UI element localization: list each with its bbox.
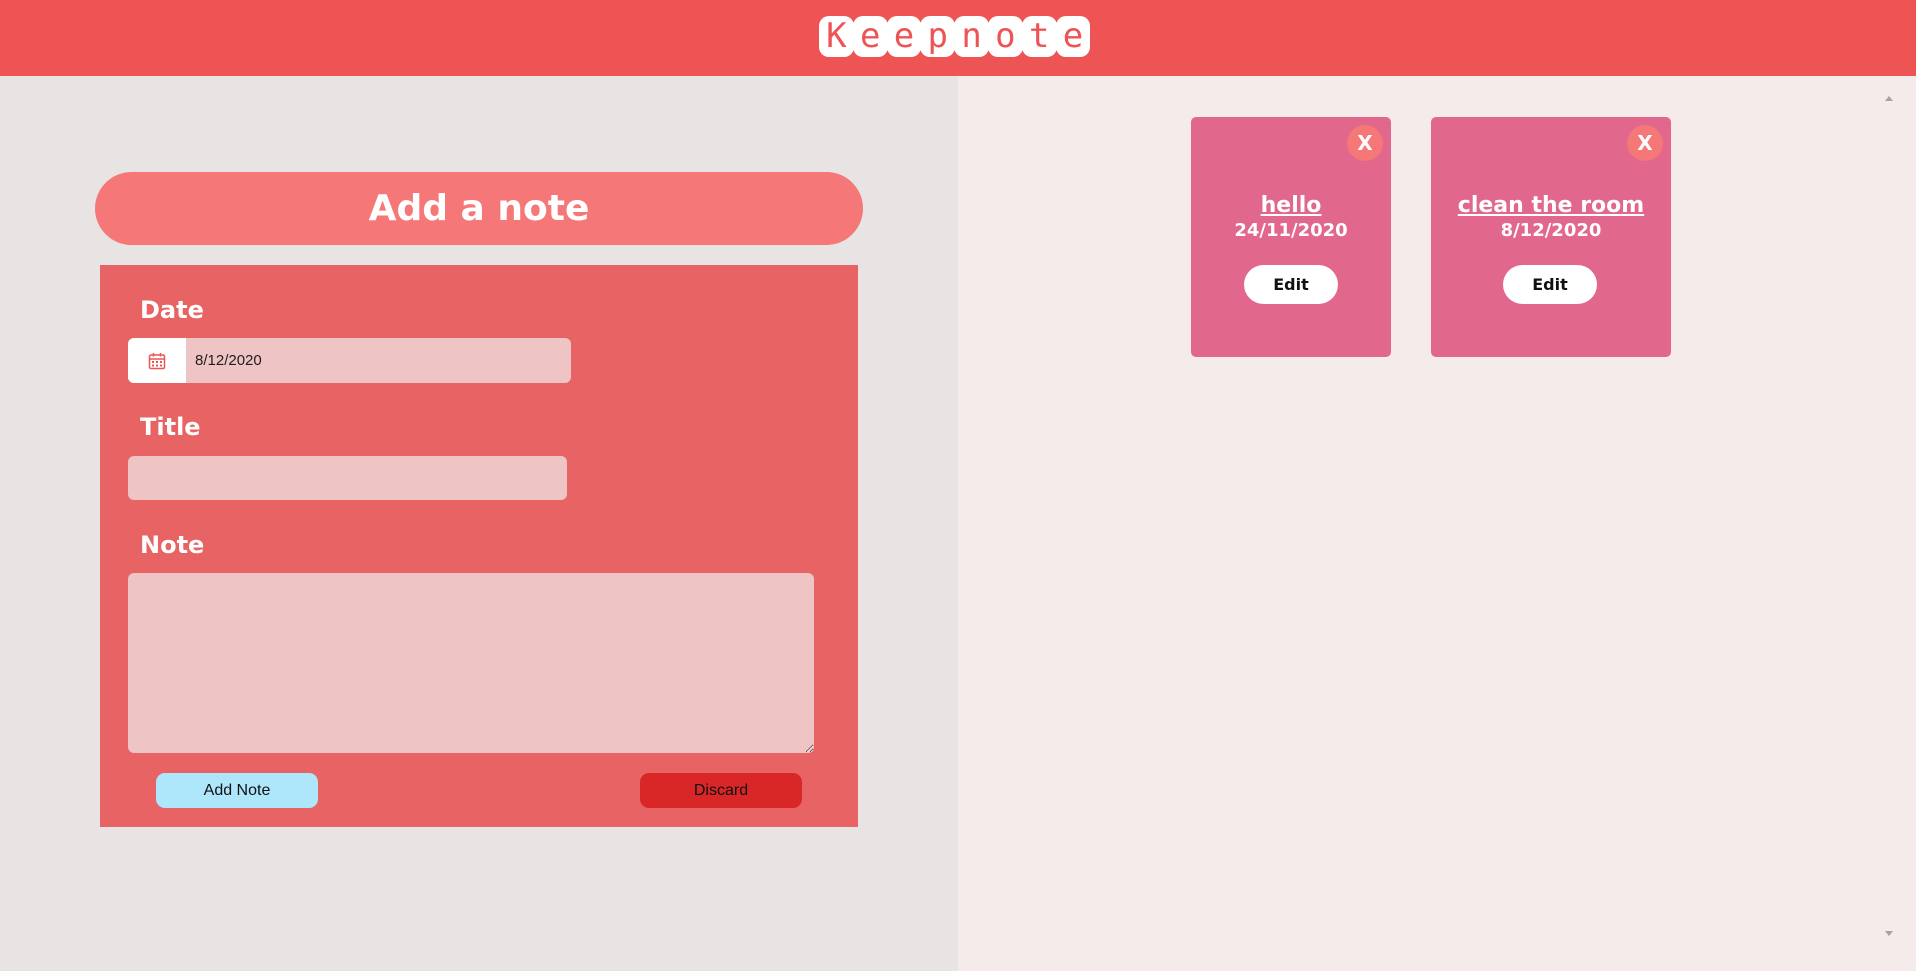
logo-letter: n [954,16,989,57]
note-date: 8/12/2020 [1500,220,1602,241]
logo-letter: e [1055,16,1091,57]
add-note-form: Date Title Note [100,265,858,827]
date-input[interactable] [186,338,571,383]
note-date: 24/11/2020 [1234,220,1348,241]
scroll-up-arrow-icon[interactable] [1885,96,1893,101]
discard-button[interactable]: Discard [640,773,802,808]
date-field[interactable] [128,338,571,383]
edit-note-button[interactable]: Edit [1244,265,1338,304]
title-label: Title [140,413,201,441]
app-header: K e e p n o t e [0,0,1916,76]
add-note-heading: Add a note [95,172,863,245]
edit-note-button[interactable]: Edit [1503,265,1597,304]
note-title: clean the room [1457,193,1645,218]
notes-scrollbar[interactable] [1880,96,1896,936]
note-label: Note [140,531,205,559]
note-card: X clean the room 8/12/2020 Edit [1431,117,1671,357]
note-textarea[interactable] [128,573,814,753]
delete-note-button[interactable]: X [1347,125,1383,161]
logo-letter: e [852,16,888,57]
calendar-icon [148,352,166,369]
logo-letter: p [920,16,956,57]
title-input[interactable] [128,456,567,500]
note-title: hello [1260,193,1322,218]
logo-letter: t [1021,16,1057,57]
date-picker-button[interactable] [128,338,186,383]
date-label: Date [140,296,204,324]
delete-note-button[interactable]: X [1627,125,1663,161]
notes-pane: X hello 24/11/2020 Edit X clean the room… [958,76,1916,971]
keepnote-logo: K e e p n o t e [819,16,1091,57]
logo-letter: o [987,16,1023,57]
add-note-pane: Add a note Date Title [0,76,958,971]
logo-letter: K [819,16,854,57]
add-note-button[interactable]: Add Note [156,773,318,808]
logo-letter: e [886,16,922,57]
scroll-down-arrow-icon[interactable] [1885,931,1893,936]
note-card: X hello 24/11/2020 Edit [1191,117,1391,357]
